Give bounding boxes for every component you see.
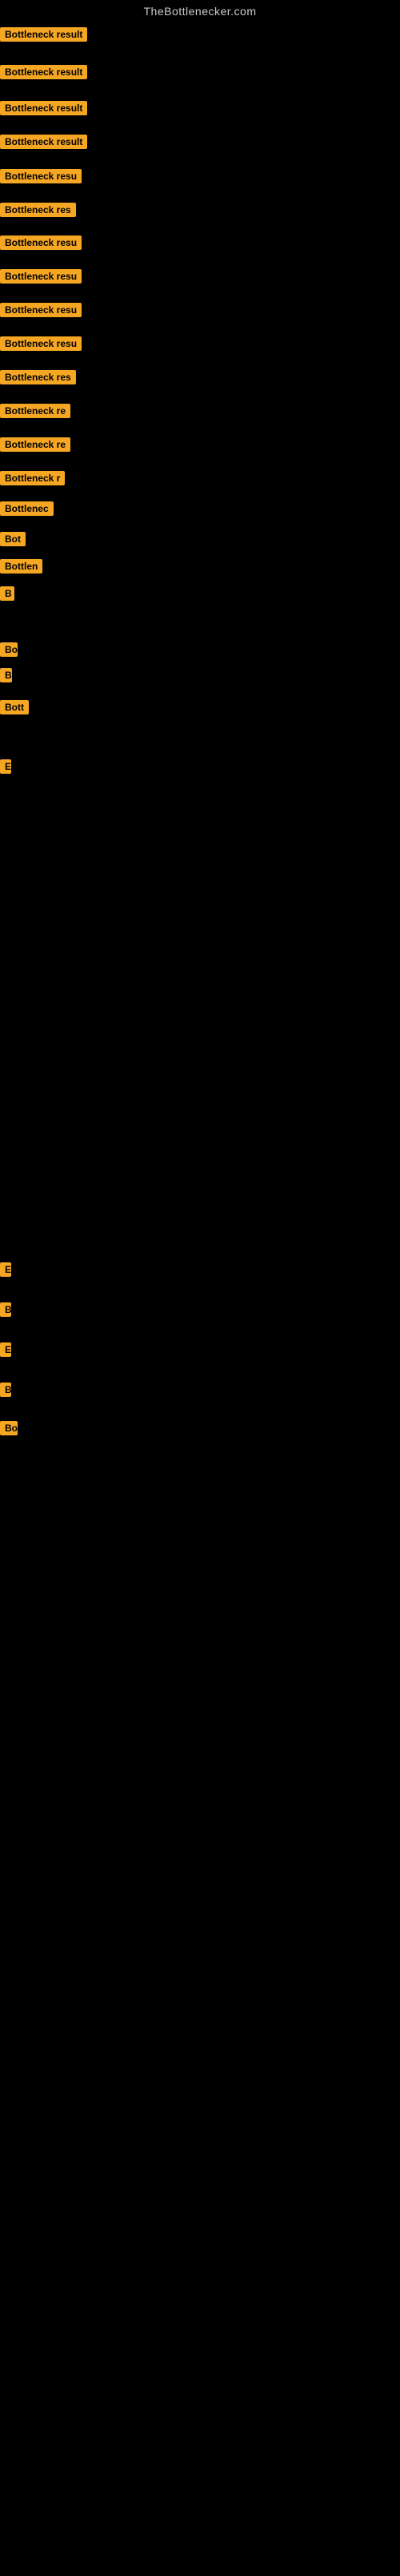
bottleneck-result-badge: B [0,668,12,686]
badge-label: Bo [0,1421,18,1435]
badge-label: Bottleneck result [0,101,87,115]
site-title: TheBottlenecker.com [0,0,400,21]
badge-label: Bottleneck r [0,471,65,485]
bottleneck-result-badge: Bottleneck resu [0,303,82,321]
badge-label: Bottleneck result [0,135,87,149]
badge-label: Bottleneck result [0,27,87,42]
badge-label: Bottleneck resu [0,235,82,250]
bottleneck-result-badge: Bo [0,1421,18,1439]
badge-label: Bottleneck res [0,370,76,384]
badge-label: Bottleneck result [0,65,87,79]
badge-label: Bottleneck resu [0,303,82,317]
bottleneck-result-badge: E [0,1342,11,1361]
bottleneck-result-badge: Bottleneck r [0,471,65,489]
badge-label: B [0,586,14,601]
badge-label: Bottleneck re [0,437,70,452]
bottleneck-result-badge: Bottleneck resu [0,269,82,288]
bottleneck-result-badge: B [0,586,14,605]
badge-label: Bottlenec [0,501,54,516]
badge-label: Bottleneck res [0,203,76,217]
badge-label: Bottleneck resu [0,169,82,183]
bottleneck-result-badge: Bottleneck res [0,370,76,388]
bottleneck-result-badge: Bottlenec [0,501,54,520]
bottleneck-result-badge: B [0,1302,11,1321]
badge-label: Bottleneck resu [0,269,82,284]
bottleneck-result-badge: Bot [0,532,26,550]
bottleneck-result-badge: Bottleneck result [0,27,87,46]
bottleneck-result-badge: Bottleneck resu [0,169,82,187]
bottleneck-result-badge: Bottleneck res [0,203,76,221]
bottleneck-result-badge: Bottleneck result [0,101,87,119]
bottleneck-result-badge: Bott [0,700,29,718]
bottleneck-result-badge: Bottleneck result [0,65,87,83]
bottleneck-result-badge: Bottlen [0,559,42,578]
bottleneck-result-badge: E [0,759,11,778]
bottleneck-result-badge: B [0,1383,11,1401]
badge-label: B [0,1302,11,1317]
bottleneck-result-badge: Bottleneck resu [0,336,82,355]
bottleneck-result-badge: Bottleneck re [0,404,70,422]
bottleneck-result-badge: Bottleneck result [0,135,87,153]
badge-label: Bottlen [0,559,42,574]
badge-label: E [0,1262,11,1277]
badge-label: B [0,668,12,682]
badge-label: B [0,1383,11,1397]
bottleneck-result-badge: Bo [0,642,18,661]
bottleneck-result-badge: E [0,1262,11,1281]
badge-label: Bott [0,700,29,714]
bottleneck-result-badge: Bottleneck resu [0,235,82,254]
badge-label: Bo [0,642,18,657]
badge-label: E [0,1342,11,1357]
badge-label: Bottleneck re [0,404,70,418]
bottleneck-result-badge: Bottleneck re [0,437,70,456]
badge-label: E [0,759,11,774]
badge-label: Bot [0,532,26,546]
badge-label: Bottleneck resu [0,336,82,351]
